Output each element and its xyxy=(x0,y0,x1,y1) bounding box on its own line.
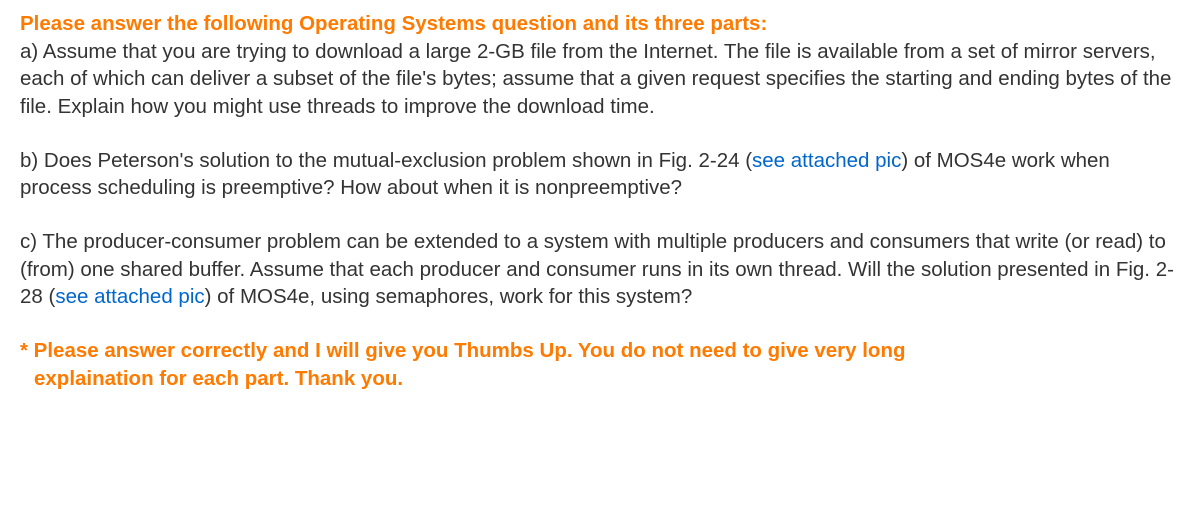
attached-pic-link[interactable]: see attached pic xyxy=(752,149,901,172)
footer-line1: * Please answer correctly and I will giv… xyxy=(20,339,906,362)
part-c-after: ) of MOS4e, using semaphores, work for t… xyxy=(205,285,693,308)
attached-pic-link[interactable]: see attached pic xyxy=(55,285,204,308)
part-a-text: a) Assume that you are trying to downloa… xyxy=(20,38,1180,121)
part-c-text: c) The producer-consumer problem can be … xyxy=(20,228,1180,311)
footer-line2: explaination for each part. Thank you. xyxy=(20,365,1180,393)
part-b-before: b) Does Peterson's solution to the mutua… xyxy=(20,149,752,172)
footer-note: * Please answer correctly and I will giv… xyxy=(20,337,1180,392)
question-content: Please answer the following Operating Sy… xyxy=(20,10,1180,392)
question-title: Please answer the following Operating Sy… xyxy=(20,10,1180,38)
part-b-text: b) Does Peterson's solution to the mutua… xyxy=(20,147,1180,202)
